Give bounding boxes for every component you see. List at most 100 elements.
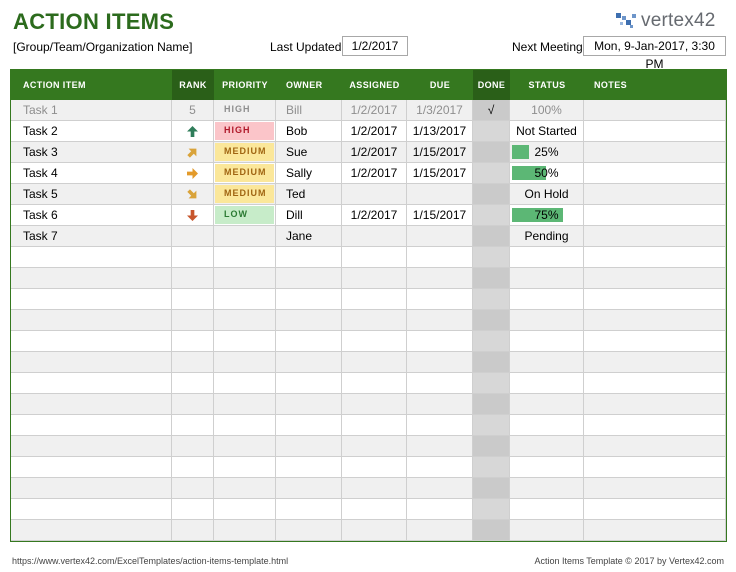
cell-assigned[interactable]	[342, 331, 407, 351]
cell-assigned[interactable]	[342, 499, 407, 519]
cell-rank[interactable]	[172, 184, 214, 204]
cell-owner[interactable]	[276, 268, 342, 288]
cell-assigned[interactable]	[342, 520, 407, 540]
cell-status[interactable]	[510, 478, 584, 498]
cell-priority[interactable]	[214, 436, 276, 456]
cell-notes[interactable]	[584, 457, 726, 477]
cell-notes[interactable]	[584, 478, 726, 498]
cell-due[interactable]: 1/3/2017	[407, 100, 473, 120]
cell-priority[interactable]: MEDIUM	[214, 184, 276, 204]
cell-item[interactable]	[11, 331, 172, 351]
cell-priority[interactable]	[214, 331, 276, 351]
cell-item[interactable]: Task 2	[11, 121, 172, 141]
cell-priority[interactable]: HIGH	[214, 121, 276, 141]
cell-rank[interactable]	[172, 121, 214, 141]
cell-priority[interactable]	[214, 373, 276, 393]
cell-rank[interactable]	[172, 436, 214, 456]
cell-owner[interactable]	[276, 520, 342, 540]
cell-rank[interactable]: 5	[172, 100, 214, 120]
cell-assigned[interactable]	[342, 226, 407, 246]
cell-done[interactable]	[473, 478, 510, 498]
cell-assigned[interactable]: 1/2/2017	[342, 163, 407, 183]
cell-done[interactable]	[473, 268, 510, 288]
cell-rank[interactable]	[172, 268, 214, 288]
cell-status[interactable]	[510, 247, 584, 267]
cell-due[interactable]	[407, 352, 473, 372]
cell-done[interactable]	[473, 247, 510, 267]
cell-due[interactable]	[407, 520, 473, 540]
cell-status[interactable]: 75%	[510, 205, 584, 225]
cell-notes[interactable]	[584, 247, 726, 267]
cell-assigned[interactable]	[342, 436, 407, 456]
cell-owner[interactable]	[276, 289, 342, 309]
cell-due[interactable]	[407, 226, 473, 246]
cell-notes[interactable]	[584, 205, 726, 225]
cell-due[interactable]	[407, 310, 473, 330]
cell-item[interactable]	[11, 373, 172, 393]
column-header-rank[interactable]: RANK	[172, 70, 214, 100]
cell-owner[interactable]	[276, 457, 342, 477]
cell-assigned[interactable]	[342, 184, 407, 204]
cell-assigned[interactable]	[342, 247, 407, 267]
cell-assigned[interactable]	[342, 352, 407, 372]
cell-rank[interactable]	[172, 289, 214, 309]
cell-notes[interactable]	[584, 499, 726, 519]
cell-assigned[interactable]	[342, 457, 407, 477]
cell-status[interactable]	[510, 499, 584, 519]
cell-status[interactable]: 100%	[510, 100, 584, 120]
cell-item[interactable]	[11, 268, 172, 288]
cell-owner[interactable]	[276, 436, 342, 456]
cell-item[interactable]: Task 4	[11, 163, 172, 183]
cell-owner[interactable]: Bob	[276, 121, 342, 141]
cell-item[interactable]: Task 1	[11, 100, 172, 120]
cell-item[interactable]: Task 3	[11, 142, 172, 162]
cell-status[interactable]	[510, 436, 584, 456]
cell-priority[interactable]	[214, 268, 276, 288]
cell-status[interactable]	[510, 415, 584, 435]
cell-priority[interactable]: MEDIUM	[214, 163, 276, 183]
cell-rank[interactable]	[172, 394, 214, 414]
cell-notes[interactable]	[584, 520, 726, 540]
cell-notes[interactable]	[584, 289, 726, 309]
cell-item[interactable]	[11, 394, 172, 414]
cell-rank[interactable]	[172, 415, 214, 435]
cell-owner[interactable]	[276, 499, 342, 519]
cell-priority[interactable]	[214, 289, 276, 309]
cell-notes[interactable]	[584, 436, 726, 456]
cell-owner[interactable]: Jane	[276, 226, 342, 246]
cell-item[interactable]	[11, 499, 172, 519]
cell-owner[interactable]	[276, 373, 342, 393]
cell-due[interactable]: 1/13/2017	[407, 121, 473, 141]
cell-status[interactable]	[510, 373, 584, 393]
cell-due[interactable]: 1/15/2017	[407, 205, 473, 225]
cell-item[interactable]	[11, 436, 172, 456]
cell-priority[interactable]	[214, 499, 276, 519]
cell-due[interactable]	[407, 394, 473, 414]
cell-assigned[interactable]	[342, 373, 407, 393]
cell-due[interactable]	[407, 436, 473, 456]
cell-priority[interactable]	[214, 226, 276, 246]
column-header-done[interactable]: DONE	[473, 70, 510, 100]
cell-rank[interactable]	[172, 247, 214, 267]
cell-status[interactable]	[510, 457, 584, 477]
cell-rank[interactable]	[172, 142, 214, 162]
cell-done[interactable]	[473, 121, 510, 141]
cell-done[interactable]	[473, 520, 510, 540]
cell-item[interactable]	[11, 415, 172, 435]
cell-due[interactable]	[407, 478, 473, 498]
cell-notes[interactable]	[584, 268, 726, 288]
cell-due[interactable]	[407, 373, 473, 393]
cell-owner[interactable]	[276, 352, 342, 372]
cell-done[interactable]	[473, 310, 510, 330]
cell-notes[interactable]	[584, 142, 726, 162]
cell-owner[interactable]	[276, 310, 342, 330]
cell-owner[interactable]	[276, 478, 342, 498]
cell-rank[interactable]	[172, 163, 214, 183]
cell-due[interactable]	[407, 268, 473, 288]
cell-rank[interactable]	[172, 310, 214, 330]
cell-status[interactable]: 50%	[510, 163, 584, 183]
column-header-due[interactable]: DUE	[407, 70, 473, 100]
cell-notes[interactable]	[584, 310, 726, 330]
cell-done[interactable]	[473, 226, 510, 246]
cell-status[interactable]	[510, 520, 584, 540]
